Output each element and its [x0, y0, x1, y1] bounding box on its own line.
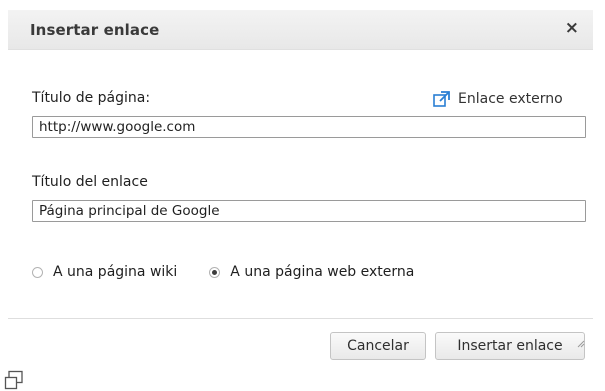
link-title-label: Título del enlace — [32, 174, 148, 190]
external-link-toggle[interactable]: Enlace externo — [432, 88, 563, 110]
dialog-title: Insertar enlace — [30, 21, 160, 39]
page-title-input[interactable] — [32, 116, 586, 138]
radio-external-web-label: A una página web externa — [230, 264, 415, 280]
dialog-titlebar[interactable]: Insertar enlace × — [8, 10, 593, 50]
radio-external-web[interactable]: A una página web externa — [209, 264, 414, 280]
external-link-label: Enlace externo — [458, 91, 563, 107]
insert-link-button[interactable]: Insertar enlace — [435, 332, 585, 360]
screen: Insertar enlace × Título de página: Enla… — [0, 0, 605, 391]
footer-divider — [8, 318, 593, 319]
radio-wiki-page-circle[interactable] — [32, 266, 43, 278]
page-window-icon — [4, 370, 23, 390]
radio-wiki-page[interactable]: A una página wiki — [32, 264, 177, 280]
page-title-label: Título de página: — [32, 90, 151, 106]
link-title-input[interactable] — [32, 200, 586, 222]
external-link-icon — [433, 91, 450, 107]
link-type-radio-group: A una página wiki A una página web exter… — [32, 262, 414, 282]
radio-wiki-page-label: A una página wiki — [53, 264, 178, 280]
resize-grip-icon[interactable] — [577, 340, 585, 348]
radio-external-web-circle[interactable] — [209, 266, 221, 278]
cancel-button[interactable]: Cancelar — [330, 332, 426, 360]
close-button[interactable]: × — [565, 18, 579, 38]
insert-link-dialog: Insertar enlace × Título de página: Enla… — [8, 10, 593, 370]
